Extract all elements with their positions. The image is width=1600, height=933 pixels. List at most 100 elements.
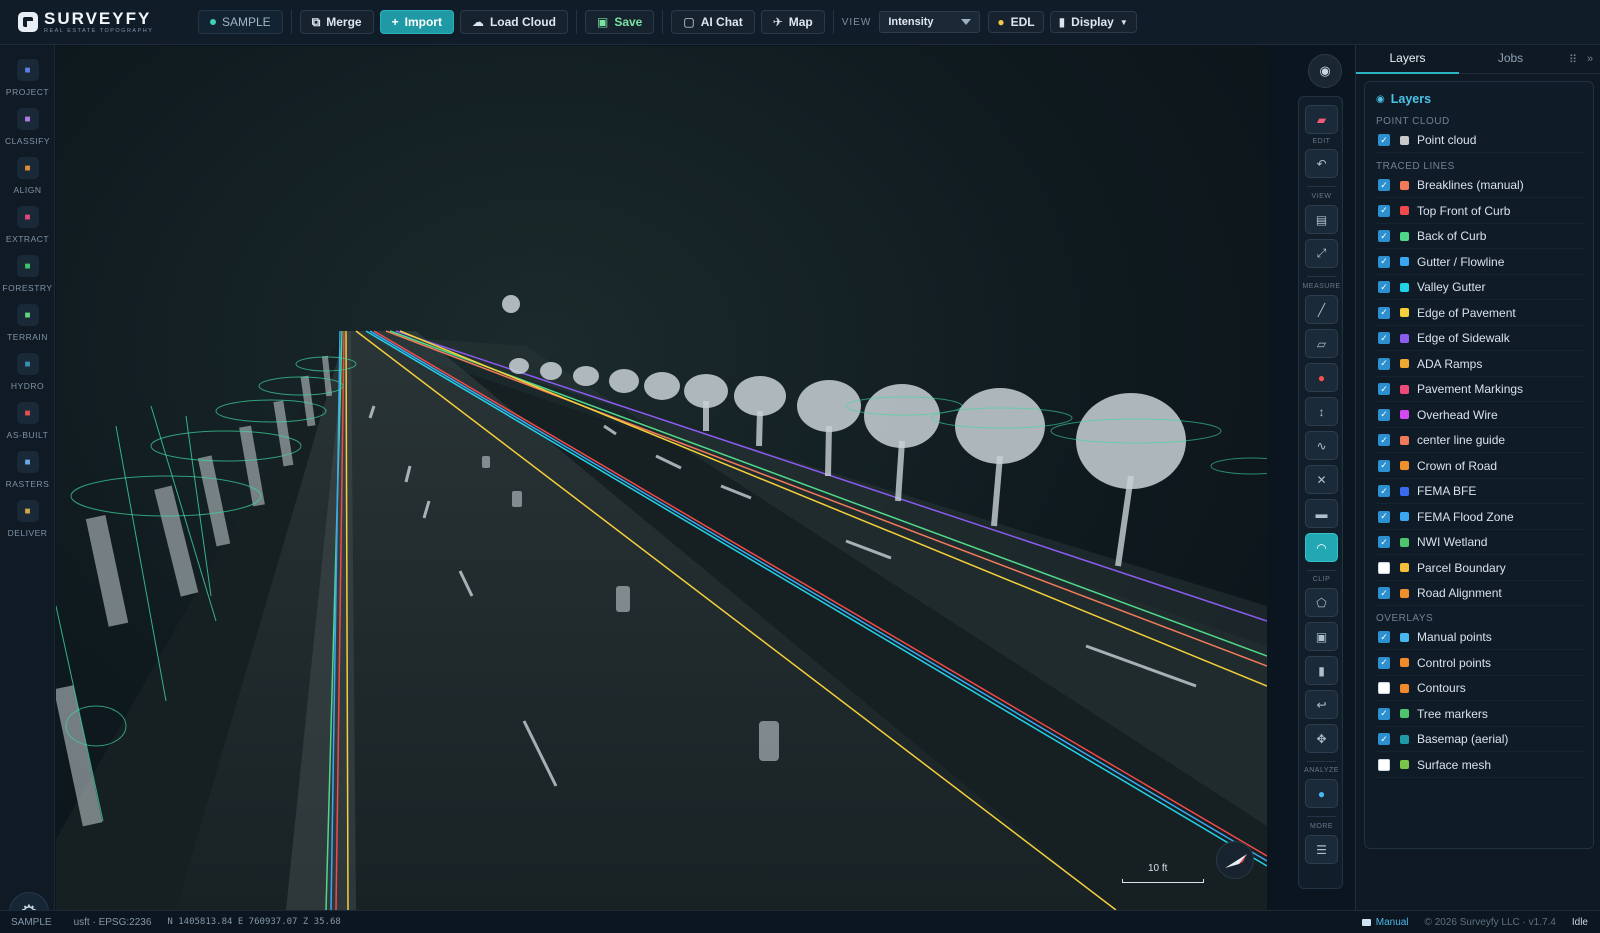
checkbox-checked-icon[interactable]: ✓ <box>1378 587 1390 599</box>
layer-row[interactable]: ✓ NWI Wetland <box>1376 530 1584 555</box>
load-cloud-button[interactable]: ☁ Load Cloud <box>459 10 568 34</box>
layer-row[interactable]: Parcel Boundary <box>1376 556 1584 581</box>
layer-row[interactable]: ✓ Basemap (aerial) <box>1376 727 1584 752</box>
collapse-panel-icon[interactable]: » <box>1587 53 1593 65</box>
fit-view-button[interactable]: ⤢ <box>1305 239 1338 268</box>
checkbox-checked-icon[interactable]: ✓ <box>1378 733 1390 745</box>
checkbox-checked-icon[interactable]: ✓ <box>1378 281 1390 293</box>
layer-row[interactable]: ✓ Road Alignment <box>1376 581 1584 606</box>
rail-item-hydro[interactable]: ■ HYDRO <box>0 353 55 391</box>
checkbox-checked-icon[interactable]: ✓ <box>1378 408 1390 421</box>
checkbox-checked-icon[interactable]: ✓ <box>1378 332 1390 344</box>
ai-chat-button[interactable]: ▢ AI Chat <box>671 10 755 34</box>
measure-height-button[interactable]: ↕ <box>1305 397 1338 426</box>
point-cloud-viewport[interactable]: 10 ft <box>56 46 1267 910</box>
checkbox-unchecked-icon[interactable] <box>1378 561 1390 574</box>
checkbox-checked-icon[interactable]: ✓ <box>1378 357 1390 370</box>
rail-item-terrain[interactable]: ■ TERRAIN <box>0 304 55 342</box>
layer-row[interactable]: Surface mesh <box>1376 753 1584 778</box>
rail-item-as-built[interactable]: ■ AS-BUILT <box>0 402 55 440</box>
checkbox-unchecked-icon[interactable] <box>1378 682 1390 694</box>
rail-item-forestry[interactable]: ■ FORESTRY <box>0 255 55 293</box>
checkbox-checked-icon[interactable]: ✓ <box>1378 656 1390 669</box>
checkbox-checked-icon[interactable]: ✓ <box>1378 179 1390 191</box>
rail-item-extract[interactable]: ■ EXTRACT <box>0 206 55 244</box>
measure-area-button[interactable]: ▱ <box>1305 329 1338 358</box>
checkbox-checked-icon[interactable]: ✓ <box>1378 485 1390 497</box>
save-button[interactable]: ▣ Save <box>584 10 655 34</box>
rail-item-project[interactable]: ■ PROJECT <box>0 59 55 97</box>
rail-item-align[interactable]: ■ ALIGN <box>0 157 55 195</box>
layer-row[interactable]: ✓ center line guide <box>1376 428 1584 453</box>
checkbox-checked-icon[interactable]: ✓ <box>1378 631 1390 643</box>
layer-row[interactable]: ✓ Top Front of Curb <box>1376 199 1584 224</box>
layer-row[interactable]: ✓ Overhead Wire <box>1376 403 1584 428</box>
clear-measure-button[interactable]: ✕ <box>1305 465 1338 494</box>
mountain-icon: ■ <box>16 304 39 326</box>
layer-row[interactable]: ✓ Valley Gutter <box>1376 275 1584 300</box>
map-button[interactable]: ✈ Map <box>760 10 825 34</box>
display-menu-button[interactable]: ▮ Display ▼ <box>1049 11 1137 33</box>
checkbox-checked-icon[interactable]: ✓ <box>1378 510 1390 523</box>
rail-item-deliver[interactable]: ■ DELIVER <box>0 500 55 538</box>
clip-delete-button[interactable]: ▮ <box>1305 656 1338 685</box>
merge-button[interactable]: ⧉ Merge <box>299 10 374 34</box>
checkbox-checked-icon[interactable]: ✓ <box>1378 536 1390 548</box>
tab-jobs[interactable]: Jobs <box>1459 45 1562 74</box>
move-button[interactable]: ✥ <box>1305 724 1338 753</box>
rail-item-rasters[interactable]: ■ RASTERS <box>0 451 55 489</box>
layer-group-header: POINT CLOUD <box>1376 116 1450 127</box>
layer-row[interactable]: ✓ Manual points <box>1376 625 1584 650</box>
view-mode-select[interactable]: Intensity <box>879 11 981 33</box>
layer-row[interactable]: ✓ Crown of Road <box>1376 454 1584 479</box>
layer-row[interactable]: ✓ FEMA BFE <box>1376 479 1584 504</box>
tool-divider <box>1307 570 1336 571</box>
top-view-button[interactable]: ▤ <box>1305 205 1338 234</box>
layer-row[interactable]: ✓ FEMA Flood Zone <box>1376 505 1584 530</box>
layer-row[interactable]: ✓ Control points <box>1376 651 1584 676</box>
edl-toggle[interactable]: ● EDL <box>988 11 1044 33</box>
layer-row[interactable]: Contours <box>1376 676 1584 701</box>
checkbox-checked-icon[interactable]: ✓ <box>1378 434 1390 446</box>
checkbox-checked-icon[interactable]: ✓ <box>1378 204 1390 217</box>
more-menu-button[interactable]: ☰ <box>1305 835 1338 864</box>
layer-row[interactable]: ✓ Edge of Pavement <box>1376 301 1584 326</box>
clip-reset-button[interactable]: ↩ <box>1305 690 1338 719</box>
clip-box-button[interactable]: ▣ <box>1305 622 1338 651</box>
checkbox-checked-icon[interactable]: ✓ <box>1378 306 1390 319</box>
tab-layers[interactable]: Layers <box>1356 45 1459 74</box>
cloud-icon: ☁ <box>471 15 484 29</box>
layer-row[interactable]: ✓ Pavement Markings <box>1376 377 1584 402</box>
measure-distance-button[interactable]: ╱ <box>1305 295 1338 324</box>
snap-tool-button[interactable]: ◠ <box>1305 533 1338 562</box>
profile-button[interactable]: ∿ <box>1305 431 1338 460</box>
visibility-toggle-button[interactable]: ◉ <box>1308 54 1342 88</box>
layer-row[interactable]: ✓ Tree markers <box>1376 702 1584 727</box>
layer-row[interactable]: ✓ Breaklines (manual) <box>1376 173 1584 198</box>
section-button[interactable]: ▬ <box>1305 499 1338 528</box>
checkbox-checked-icon[interactable]: ✓ <box>1378 230 1390 242</box>
checkbox-unchecked-icon[interactable] <box>1378 758 1390 771</box>
compass-icon[interactable] <box>1216 841 1254 879</box>
checkbox-checked-icon[interactable]: ✓ <box>1378 134 1390 146</box>
layer-row[interactable]: ✓ Edge of Sidewalk <box>1376 326 1584 351</box>
layer-row[interactable]: ✓ ADA Ramps <box>1376 352 1584 377</box>
checkbox-checked-icon[interactable]: ✓ <box>1378 707 1390 720</box>
area-icon: ▱ <box>1316 336 1327 351</box>
water-analysis-button[interactable]: ● <box>1305 779 1338 808</box>
checkbox-checked-icon[interactable]: ✓ <box>1378 255 1390 268</box>
edit-toolbox-button[interactable]: ▰ <box>1305 105 1338 134</box>
layer-row[interactable]: ✓ Back of Curb <box>1376 224 1584 249</box>
layer-row[interactable]: ✓ Point cloud <box>1376 128 1584 153</box>
checkbox-checked-icon[interactable]: ✓ <box>1378 459 1390 472</box>
clip-polygon-button[interactable]: ⬠ <box>1305 588 1338 617</box>
undo-button[interactable]: ↶ <box>1305 149 1338 178</box>
status-mode[interactable]: Manual <box>1361 917 1409 928</box>
drag-handle-icon[interactable]: ⠿ <box>1569 53 1577 66</box>
layer-row[interactable]: ✓ Gutter / Flowline <box>1376 250 1584 275</box>
rail-item-classify[interactable]: ■ CLASSIFY <box>0 108 55 146</box>
checkbox-checked-icon[interactable]: ✓ <box>1378 383 1390 395</box>
project-chip[interactable]: SAMPLE <box>198 10 283 34</box>
place-point-button[interactable]: ● <box>1305 363 1338 392</box>
import-button[interactable]: + Import <box>379 10 454 34</box>
